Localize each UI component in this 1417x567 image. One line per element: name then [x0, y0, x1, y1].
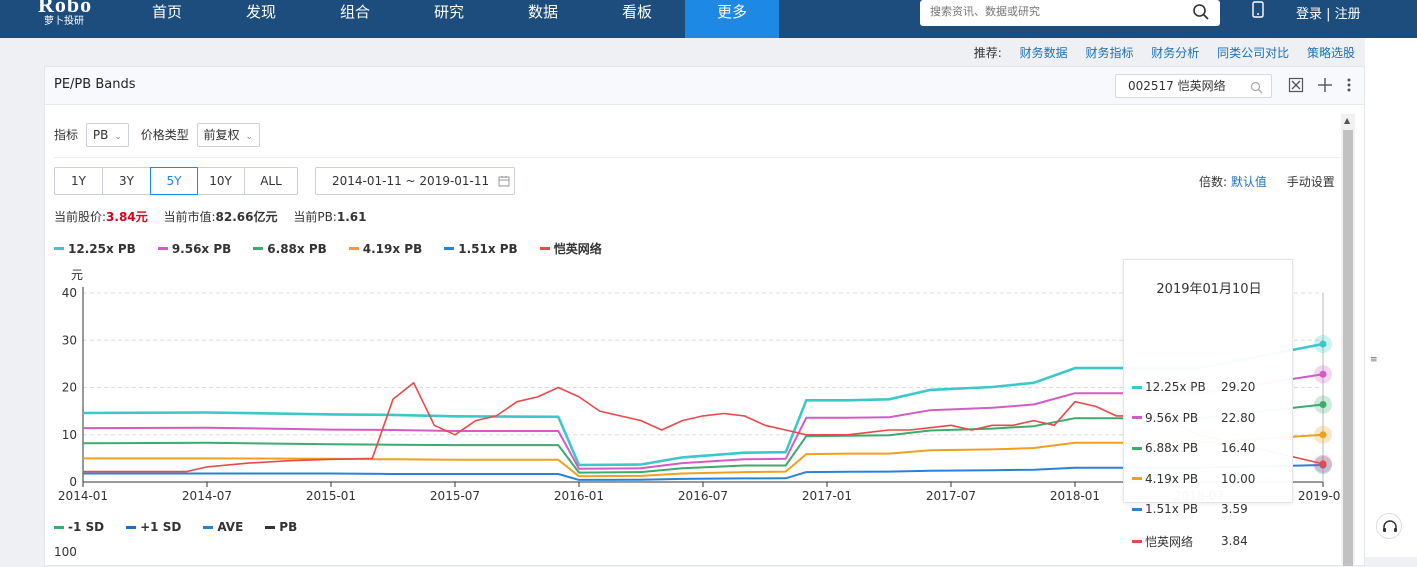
y-tick-label: 0 [69, 475, 77, 489]
nav-research[interactable]: 研究 [402, 0, 496, 38]
legend-swatch [126, 525, 137, 529]
nav-dashboard[interactable]: 看板 [590, 0, 684, 38]
tooltip-series-name: 9.56x PB [1145, 410, 1199, 425]
tooltip-series-name: 恺英网络 [1145, 534, 1194, 549]
x-tick-label: 2018-01 [1050, 489, 1100, 503]
y-tick-label: 40 [62, 286, 77, 300]
legend-label: +1 SD [140, 520, 182, 534]
tooltip-row: 6.88x PB 16.40 [1132, 441, 1255, 455]
recommend-link[interactable]: 同类公司对比 [1217, 46, 1289, 60]
tooltip-date: 2019年01月10日 [1156, 282, 1262, 297]
tooltip-series-name: 12.25x PB [1145, 380, 1206, 394]
x-tick-label: 2015-07 [430, 489, 480, 503]
search-icon[interactable] [1192, 3, 1210, 25]
x-tick-label: 2019-01 [1298, 489, 1341, 503]
recommend-label: 推荐: [973, 46, 1002, 60]
tooltip-swatch [1132, 507, 1142, 511]
y-tick-label: 20 [62, 381, 77, 395]
end-marker [1319, 460, 1327, 468]
nav-discover[interactable]: 发现 [214, 0, 308, 38]
tooltip-value: 3.84 [1221, 534, 1248, 548]
y-tick-label: 10 [62, 428, 77, 442]
legend-label: AVE [217, 520, 244, 534]
legend-swatch [265, 525, 276, 529]
legend-label: PB [279, 520, 298, 534]
tooltip-series-name: 6.88x PB [1145, 441, 1199, 455]
y-tick-label: 30 [62, 333, 77, 347]
legend-item[interactable]: AVE [203, 520, 243, 534]
x-tick-label: 2017-07 [926, 489, 976, 503]
x-tick-label: 2014-07 [182, 489, 232, 503]
scroll-up-icon[interactable]: ▲ [1344, 116, 1350, 125]
recommend-link[interactable]: 策略选股 [1307, 46, 1355, 60]
tooltip-value: 3.59 [1221, 502, 1248, 516]
help-button[interactable] [1376, 513, 1402, 539]
logo-subtext: 萝卜投研 [44, 16, 84, 27]
legend-item[interactable]: +1 SD [126, 520, 181, 534]
nav-portfolio[interactable]: 组合 [308, 0, 402, 38]
more-menu-icon[interactable] [1346, 77, 1352, 97]
tooltip-swatch [1132, 385, 1142, 389]
tooltip-row: 恺英网络 3.84 [1132, 533, 1248, 550]
legend-swatch [203, 525, 214, 529]
legend-item[interactable]: -1 SD [54, 520, 104, 534]
top-navbar: Robo 萝卜投研 首页 发现 组合 研究 数据 看板 更多 登录 | 注册 [0, 0, 1417, 38]
tooltip-series-name: 4.19x PB [1145, 471, 1199, 486]
nav-home[interactable]: 首页 [120, 0, 214, 38]
recommend-bar: 推荐: 财务数据 财务指标 财务分析 同类公司对比 策略选股 [974, 44, 1355, 61]
resize-handle-icon[interactable]: ≡ [1370, 355, 1378, 365]
end-marker [1319, 370, 1327, 378]
x-tick-label: 2017-01 [802, 489, 852, 503]
robo-logo[interactable]: Robo 萝卜投研 [38, 0, 92, 28]
headset-icon [1383, 520, 1397, 532]
x-tick-label: 2016-01 [554, 489, 604, 503]
legend-item[interactable]: PB [265, 520, 297, 534]
tooltip-swatch [1132, 416, 1142, 419]
pe-pb-bands-panel: PE/PB Bands 002517 恺英网络 指标 PB ⌄ 价格类型 前复权 ⌄… [44, 66, 1365, 566]
global-search [920, 0, 1220, 26]
legend-label: -1 SD [68, 520, 105, 534]
chart-tooltip: 2019年01月10日 12.25x PB 29.20 9.56x PB 22.80 6… [1123, 259, 1293, 549]
tooltip-value: 22.80 [1221, 410, 1256, 425]
tooltip-value: 29.20 [1221, 380, 1256, 394]
tooltip-series-name: 1.51x PB [1145, 502, 1199, 516]
scrollbar-thumb[interactable] [1343, 130, 1353, 566]
search-input[interactable] [930, 0, 1190, 24]
end-marker [1319, 401, 1327, 409]
tooltip-row: 12.25x PB 29.20 [1132, 380, 1255, 394]
tooltip-value: 10.00 [1221, 471, 1256, 486]
tooltip-row: 1.51x PB 3.59 [1132, 502, 1248, 516]
x-tick-label: 2016-07 [678, 489, 728, 503]
x-tick-label: 2015-01 [306, 489, 356, 503]
tooltip-value: 16.40 [1221, 441, 1256, 455]
login-register-link[interactable]: 登录 | 注册 [1296, 3, 1361, 22]
logo-text: Robo [38, 0, 93, 17]
recommend-link[interactable]: 财务数据 [1020, 46, 1068, 60]
tooltip-swatch [1132, 477, 1142, 480]
chart2-legend: -1 SD +1 SD AVE PB [54, 520, 319, 534]
nav-data[interactable]: 数据 [496, 0, 590, 38]
end-marker [1319, 340, 1327, 348]
range-5y-button[interactable]: 5Y [150, 167, 198, 195]
end-marker [1319, 431, 1327, 439]
x-tick-label: 2014-01 [58, 489, 108, 503]
recommend-link[interactable]: 财务分析 [1151, 46, 1199, 60]
tooltip-row: 4.19x PB 10.00 [1132, 472, 1255, 486]
mobile-icon[interactable] [1251, 1, 1265, 23]
nav-more[interactable]: 更多 [685, 0, 779, 38]
tooltip-swatch [1132, 539, 1142, 543]
tooltip-swatch [1132, 446, 1142, 450]
legend-swatch [54, 525, 64, 529]
page-right-margin [1365, 38, 1417, 557]
recommend-link[interactable]: 财务指标 [1085, 46, 1133, 60]
tooltip-row: 9.56x PB 22.80 [1132, 411, 1255, 425]
panel-scrollbar[interactable]: ▲ [1341, 114, 1355, 566]
